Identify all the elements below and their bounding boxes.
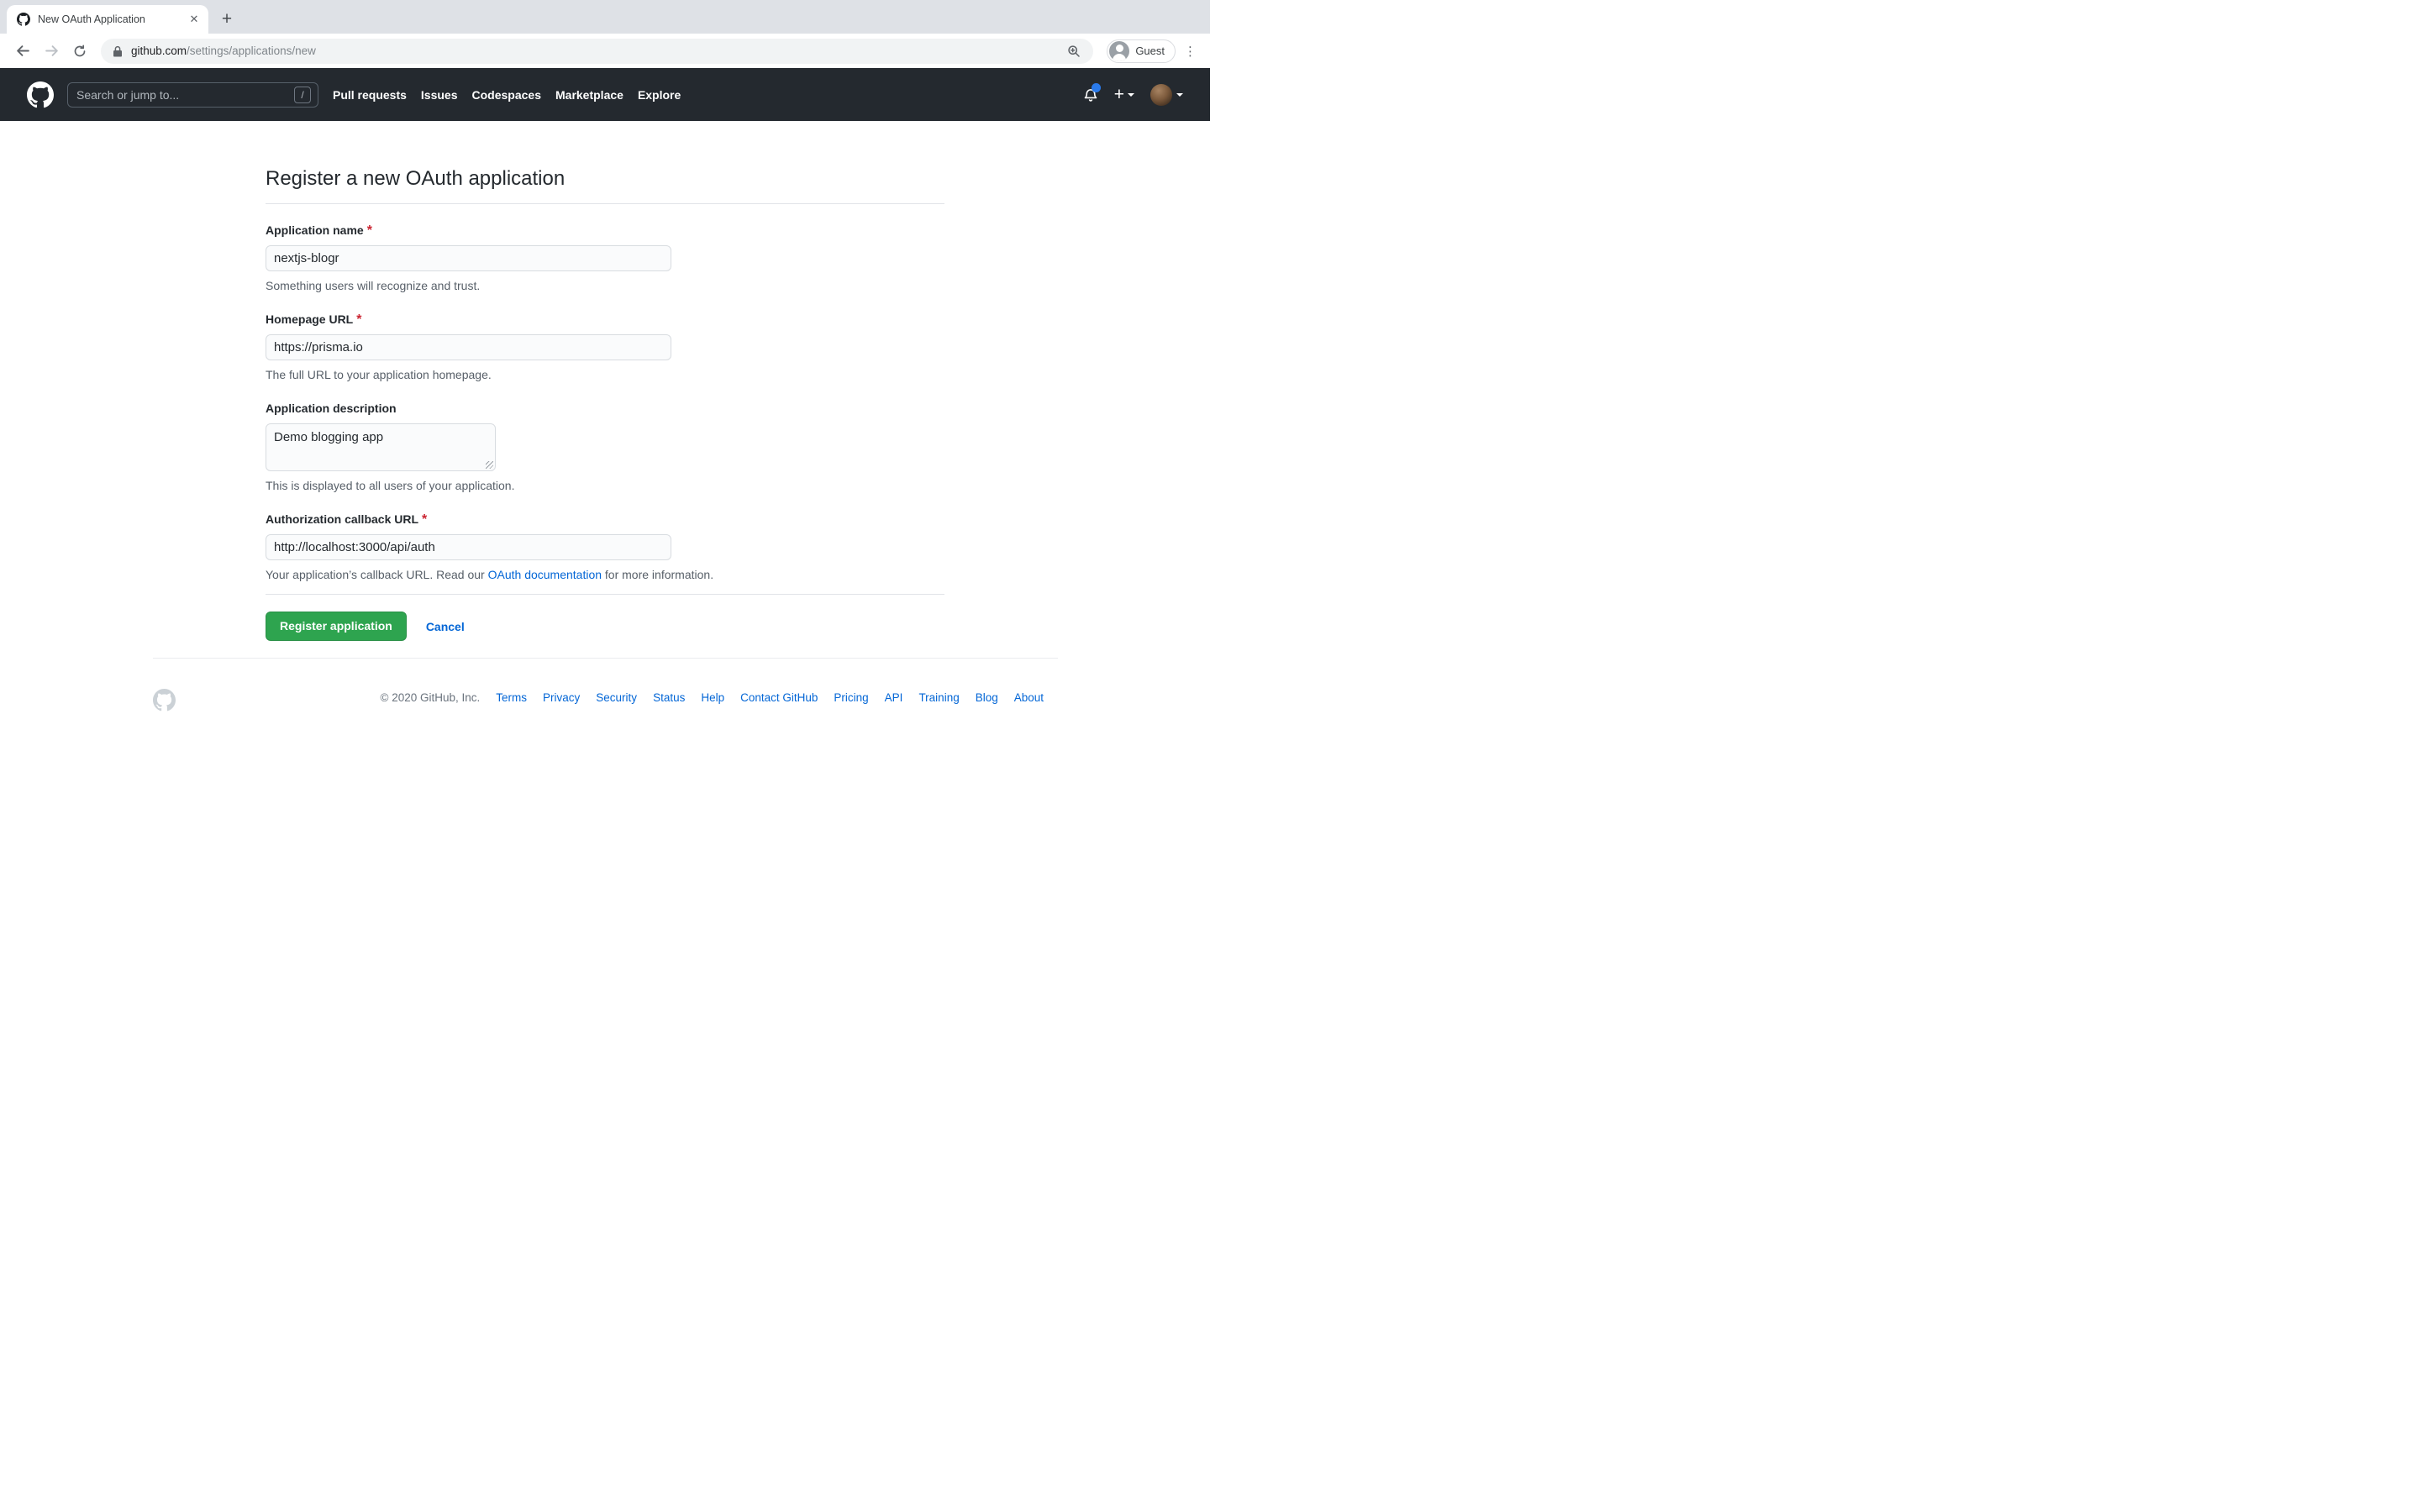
avatar — [1150, 84, 1172, 106]
footer-link-status[interactable]: Status — [653, 691, 685, 704]
chevron-down-icon — [1176, 93, 1183, 97]
field-homepage-url: Homepage URL* The full URL to your appli… — [266, 312, 944, 382]
resize-grip-icon[interactable] — [486, 461, 493, 469]
cancel-button[interactable]: Cancel — [426, 620, 465, 633]
callback-url-label: Authorization callback URL — [266, 512, 418, 526]
required-marker: * — [367, 223, 372, 238]
notification-dot — [1092, 83, 1101, 92]
browser-menu-icon[interactable]: ⋮ — [1179, 44, 1202, 59]
field-callback-url: Authorization callback URL * Your applica… — [266, 512, 944, 582]
notifications-button[interactable] — [1083, 87, 1098, 102]
nav-codespaces[interactable]: Codespaces — [472, 88, 541, 102]
lock-icon[interactable] — [113, 45, 123, 57]
application-name-input[interactable] — [266, 245, 671, 271]
footer-link-contact-github[interactable]: Contact GitHub — [740, 691, 818, 704]
forward-icon[interactable] — [39, 39, 64, 64]
copyright: © 2020 GitHub, Inc. — [381, 691, 481, 704]
guest-label: Guest — [1135, 45, 1165, 57]
footer-link-terms[interactable]: Terms — [496, 691, 527, 704]
reload-icon[interactable] — [67, 39, 92, 64]
application-description-textarea[interactable] — [266, 423, 496, 471]
footer-link-pricing[interactable]: Pricing — [834, 691, 868, 704]
github-favicon-icon — [17, 13, 30, 26]
footer-link-help[interactable]: Help — [701, 691, 724, 704]
oauth-form: Register a new OAuth application Applica… — [266, 166, 944, 641]
form-divider — [266, 594, 944, 595]
tab-title: New OAuth Application — [38, 13, 179, 25]
application-name-note: Something users will recognize and trust… — [266, 278, 944, 293]
footer-links: © 2020 GitHub, Inc. Terms Privacy Securi… — [381, 691, 1058, 704]
nav-marketplace[interactable]: Marketplace — [555, 88, 623, 102]
homepage-url-label: Homepage URL — [266, 312, 353, 326]
url-path: /settings/applications/new — [187, 45, 316, 57]
plus-icon: + — [1114, 86, 1124, 103]
callback-url-input[interactable] — [266, 534, 671, 560]
footer-link-about[interactable]: About — [1014, 691, 1044, 704]
new-tab-button[interactable]: + — [215, 8, 239, 31]
homepage-url-note: The full URL to your application homepag… — [266, 367, 944, 382]
create-new-button[interactable]: + — [1114, 86, 1134, 103]
required-marker: * — [422, 512, 427, 527]
page-title: Register a new OAuth application — [266, 166, 944, 192]
application-description-label: Application description — [266, 402, 397, 415]
github-search-box[interactable]: / — [67, 82, 318, 108]
user-menu-button[interactable] — [1150, 84, 1183, 106]
footer-github-logo-icon[interactable] — [153, 689, 176, 711]
required-marker: * — [356, 312, 361, 327]
address-bar[interactable]: github.com/settings/applications/new — [101, 39, 1093, 64]
form-actions: Register application Cancel — [266, 612, 944, 641]
application-description-note: This is displayed to all users of your a… — [266, 478, 944, 493]
github-nav: Pull requests Issues Codespaces Marketpl… — [333, 88, 681, 102]
tab-close-icon[interactable]: ✕ — [187, 12, 202, 27]
browser-profile-button[interactable]: Guest — [1107, 39, 1176, 63]
homepage-url-input[interactable] — [266, 334, 671, 360]
page-content: Register a new OAuth application Applica… — [0, 121, 1210, 704]
url-host: github.com — [131, 45, 187, 57]
footer-link-security[interactable]: Security — [596, 691, 637, 704]
footer: © 2020 GitHub, Inc. Terms Privacy Securi… — [153, 658, 1058, 704]
register-application-button[interactable]: Register application — [266, 612, 407, 641]
nav-explore[interactable]: Explore — [638, 88, 681, 102]
oauth-documentation-link[interactable]: OAuth documentation — [488, 568, 602, 581]
chevron-down-icon — [1128, 93, 1134, 97]
nav-issues[interactable]: Issues — [421, 88, 458, 102]
browser-toolbar: github.com/settings/applications/new Gue… — [0, 34, 1210, 68]
search-input[interactable] — [75, 87, 294, 102]
github-header: / Pull requests Issues Codespaces Market… — [0, 68, 1210, 121]
footer-link-blog[interactable]: Blog — [976, 691, 998, 704]
github-logo-icon[interactable] — [27, 81, 54, 108]
guest-avatar-icon — [1109, 41, 1129, 61]
browser-tab[interactable]: New OAuth Application ✕ — [7, 5, 208, 34]
slash-key-hint: / — [294, 87, 311, 103]
browser-tab-bar: New OAuth Application ✕ + — [0, 0, 1210, 34]
application-name-label: Application name — [266, 223, 364, 237]
url-text: github.com/settings/applications/new — [131, 45, 316, 57]
footer-link-api[interactable]: API — [885, 691, 903, 704]
footer-link-privacy[interactable]: Privacy — [543, 691, 580, 704]
field-application-description: Application description This is displaye… — [266, 402, 944, 493]
nav-pull-requests[interactable]: Pull requests — [333, 88, 407, 102]
zoom-page-icon[interactable] — [1061, 39, 1086, 64]
field-application-name: Application name* Something users will r… — [266, 223, 944, 293]
back-icon[interactable] — [10, 39, 35, 64]
footer-link-training[interactable]: Training — [918, 691, 959, 704]
title-divider — [266, 203, 944, 204]
callback-url-note: Your application’s callback URL. Read ou… — [266, 567, 944, 582]
